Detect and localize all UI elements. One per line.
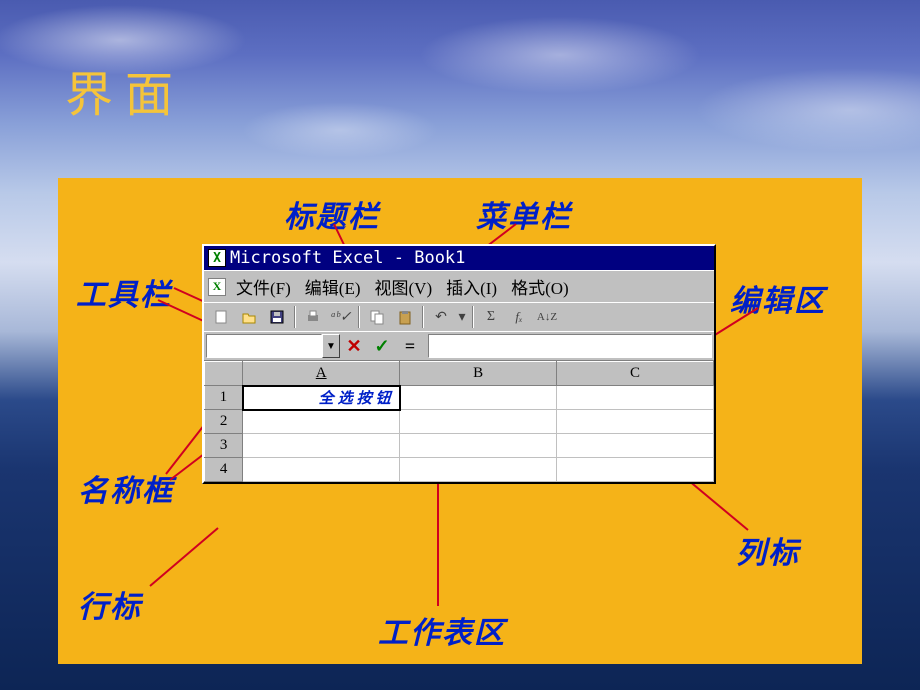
confirm-icon[interactable]: ✓ <box>370 335 394 357</box>
undo-dropdown[interactable]: ▾ <box>456 305 468 329</box>
menubar: X 文件(F) 编辑(E) 视图(V) 插入(I) 格式(O) <box>204 270 714 302</box>
undo-button[interactable]: ↶ <box>428 305 454 329</box>
cell-a4[interactable] <box>243 458 400 482</box>
spellcheck-button[interactable]: ᵃᵇ✓ <box>328 305 354 329</box>
formula-bar: ▼ ✕ ✓ = <box>204 331 714 360</box>
annotation-panel: 标题栏 菜单栏 工具栏 编辑区 名称框 列标 行标 工作表区 X Microso… <box>58 178 862 664</box>
excel-window: X Microsoft Excel - Book1 X 文件(F) 编辑(E) … <box>202 244 716 484</box>
sort-button[interactable]: A↓Z <box>534 305 560 329</box>
save-button[interactable] <box>264 305 290 329</box>
cancel-icon[interactable]: ✕ <box>342 335 366 357</box>
column-header-a[interactable]: A <box>243 362 400 386</box>
cell-a1[interactable]: 全选按钮 <box>243 386 400 410</box>
cell-c4[interactable] <box>557 458 714 482</box>
select-all-corner[interactable] <box>205 362 243 386</box>
titlebar[interactable]: X Microsoft Excel - Book1 <box>204 246 714 270</box>
menu-insert[interactable]: 插入(I) <box>442 273 501 300</box>
row-header-1[interactable]: 1 <box>205 386 243 410</box>
name-box[interactable] <box>206 334 322 358</box>
open-button[interactable] <box>236 305 262 329</box>
copy-button[interactable] <box>364 305 390 329</box>
cell-a2[interactable] <box>243 410 400 434</box>
menu-file[interactable]: 文件(F) <box>232 273 295 300</box>
toolbar-separator <box>422 306 424 328</box>
cell-c3[interactable] <box>557 434 714 458</box>
autosum-button[interactable]: Σ <box>478 305 504 329</box>
name-box-dropdown[interactable]: ▼ <box>322 334 340 358</box>
workbook-icon[interactable]: X <box>208 278 226 296</box>
formula-input[interactable] <box>428 334 712 358</box>
toolbar-separator <box>294 306 296 328</box>
toolbar-separator <box>358 306 360 328</box>
function-button[interactable]: fₓ <box>506 305 532 329</box>
slide-title: 界面 <box>65 55 185 125</box>
worksheet-area: A B C 1 全选按钮 2 3 <box>204 360 714 482</box>
menu-format[interactable]: 格式(O) <box>507 273 573 300</box>
cell-b3[interactable] <box>400 434 557 458</box>
cell-b4[interactable] <box>400 458 557 482</box>
cell-b2[interactable] <box>400 410 557 434</box>
window-title: Microsoft Excel - Book1 <box>230 248 465 268</box>
excel-icon: X <box>208 249 226 267</box>
cell-a3[interactable] <box>243 434 400 458</box>
row-header-2[interactable]: 2 <box>205 410 243 434</box>
column-header-b[interactable]: B <box>400 362 557 386</box>
cell-b1[interactable] <box>400 386 557 410</box>
toolbar: ᵃᵇ✓ ↶ ▾ Σ fₓ A↓Z <box>204 302 714 331</box>
print-button[interactable] <box>300 305 326 329</box>
menu-view[interactable]: 视图(V) <box>371 273 437 300</box>
menu-edit[interactable]: 编辑(E) <box>301 273 365 300</box>
cell-c1[interactable] <box>557 386 714 410</box>
row-header-4[interactable]: 4 <box>205 458 243 482</box>
equals-icon[interactable]: = <box>398 335 422 357</box>
paste-button[interactable] <box>392 305 418 329</box>
toolbar-separator <box>472 306 474 328</box>
column-header-c[interactable]: C <box>557 362 714 386</box>
row-header-3[interactable]: 3 <box>205 434 243 458</box>
new-button[interactable] <box>208 305 234 329</box>
cell-c2[interactable] <box>557 410 714 434</box>
